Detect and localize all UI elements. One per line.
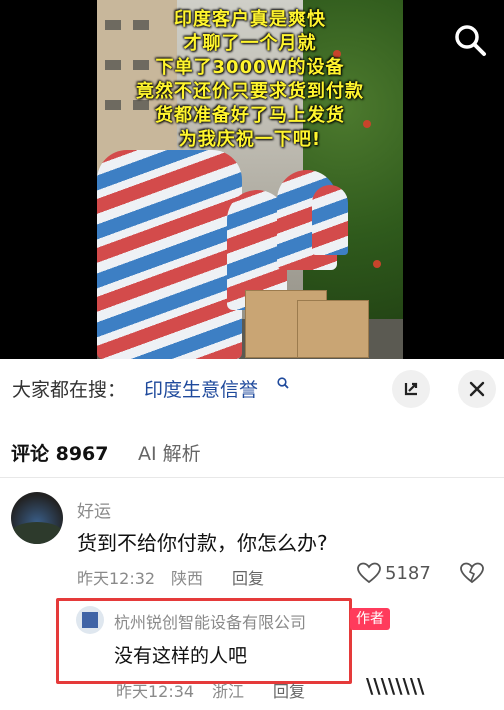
reply-text: 没有这样的人吧	[114, 645, 248, 667]
search-small-icon	[277, 377, 289, 389]
heart-icon	[357, 562, 381, 584]
tarp-covered-cargo	[97, 150, 242, 359]
comment-tabs: 评论 8967 AI 解析	[0, 425, 504, 478]
caption-line: 印度客户真是爽快	[174, 9, 326, 30]
collapse-arrow-icon	[404, 382, 418, 396]
comment-username[interactable]: 好运	[77, 497, 111, 522]
reply-location: 浙江	[212, 682, 245, 701]
close-icon	[469, 381, 485, 397]
reply-button[interactable]: 回复	[232, 565, 264, 589]
avatar[interactable]	[11, 492, 63, 544]
search-icon[interactable]	[452, 22, 488, 58]
like-button[interactable]: 5187	[357, 562, 431, 584]
caption-line: 竟然不还价只要求货到付款	[136, 81, 364, 102]
reply-username[interactable]: 杭州锐创智能设备有限公司	[114, 609, 306, 633]
video-player[interactable]: 印度客户真是爽快 才聊了一个月就 下单了3000W的设备 竟然不还价只要求货到付…	[0, 0, 504, 359]
tab-ai-analysis[interactable]: AI 解析	[138, 439, 201, 466]
caption-line: 为我庆祝一下吧!	[178, 129, 322, 150]
video-caption: 印度客户真是爽快 才聊了一个月就 下单了3000W的设备 竟然不还价只要求货到付…	[97, 8, 403, 152]
close-button[interactable]	[458, 370, 496, 408]
reply-time: 昨天12:34	[116, 682, 195, 701]
comment-time: 昨天12:32	[77, 569, 156, 588]
comment-location: 陕西	[171, 569, 204, 588]
comment-text: 货到不给你付款，你怎么办?	[77, 531, 328, 555]
watermark: \\\\\\\\	[366, 674, 425, 698]
like-count: 5187	[385, 562, 431, 584]
reply-avatar[interactable]	[76, 606, 104, 634]
author-badge: 作者	[350, 608, 390, 630]
cardboard-box	[297, 300, 369, 358]
caption-line: 货都准备好了马上发货	[155, 105, 345, 126]
search-suggest-label: 大家都在搜：	[12, 379, 127, 401]
caption-line: 下单了3000W的设备	[155, 57, 345, 78]
expand-button[interactable]	[392, 370, 430, 408]
reply-reply-button[interactable]: 回复	[273, 678, 305, 702]
tab-comments[interactable]: 评论 8967	[11, 439, 109, 466]
dislike-icon[interactable]	[460, 562, 484, 584]
tarp-covered-cargo	[312, 185, 348, 255]
caption-line: 才聊了一个月就	[183, 33, 317, 54]
search-suggest-query[interactable]: 印度生意信誉	[144, 375, 258, 402]
